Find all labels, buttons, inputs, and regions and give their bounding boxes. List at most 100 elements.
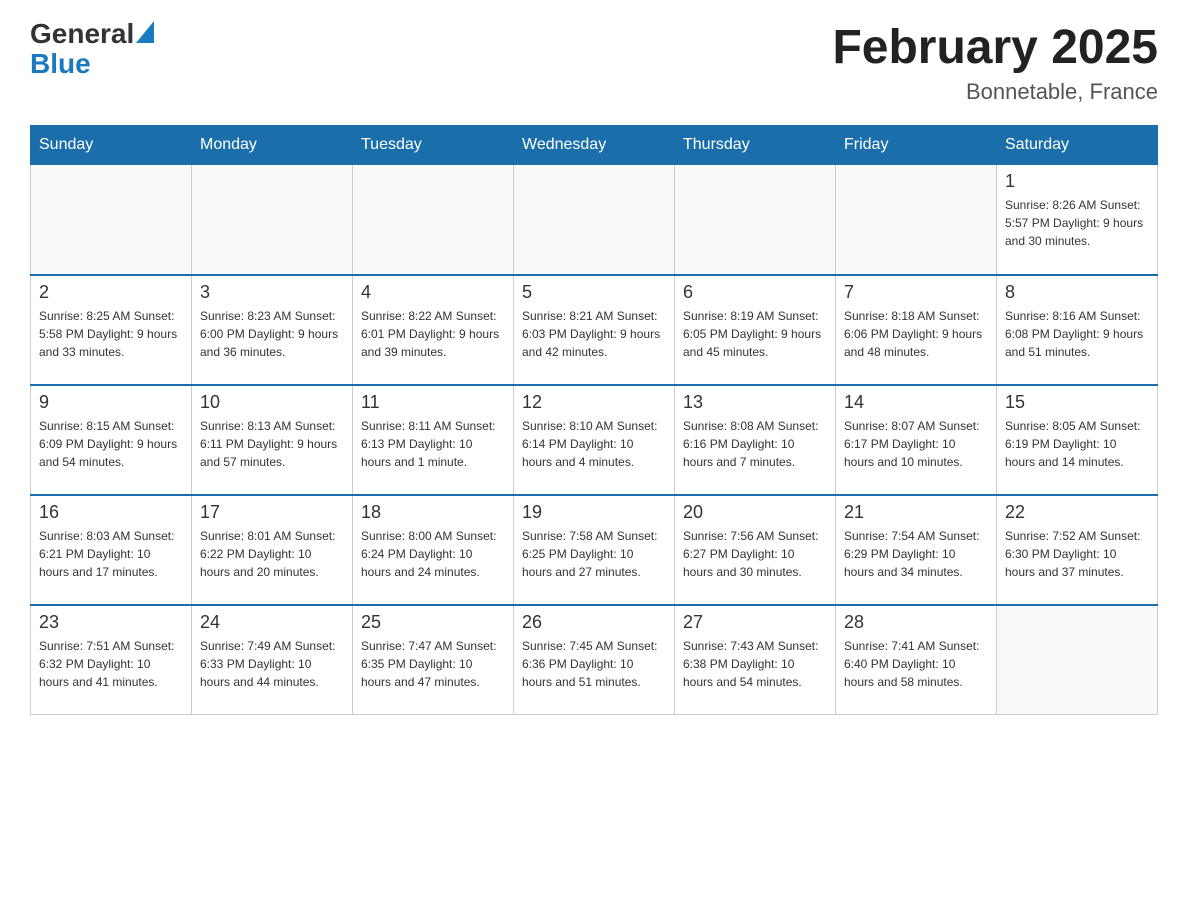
calendar-row-2: 9 Sunrise: 8:15 AM Sunset: 6:09 PM Daylig… xyxy=(31,385,1158,495)
calendar-cell: 16 Sunrise: 8:03 AM Sunset: 6:21 PM Dayli… xyxy=(31,495,192,605)
calendar-table: Sunday Monday Tuesday Wednesday Thursday… xyxy=(30,125,1158,715)
day-number: 19 xyxy=(522,502,666,523)
day-number: 10 xyxy=(200,392,344,413)
day-info: Sunrise: 8:19 AM Sunset: 6:05 PM Dayligh… xyxy=(683,307,827,361)
day-number: 16 xyxy=(39,502,183,523)
day-number: 4 xyxy=(361,282,505,303)
day-number: 11 xyxy=(361,392,505,413)
calendar-cell: 13 Sunrise: 8:08 AM Sunset: 6:16 PM Dayli… xyxy=(675,385,836,495)
day-info: Sunrise: 8:11 AM Sunset: 6:13 PM Dayligh… xyxy=(361,417,505,471)
calendar-cell: 28 Sunrise: 7:41 AM Sunset: 6:40 PM Dayli… xyxy=(836,605,997,715)
calendar-cell: 24 Sunrise: 7:49 AM Sunset: 6:33 PM Dayli… xyxy=(192,605,353,715)
day-info: Sunrise: 7:49 AM Sunset: 6:33 PM Dayligh… xyxy=(200,637,344,691)
calendar-cell: 9 Sunrise: 8:15 AM Sunset: 6:09 PM Daylig… xyxy=(31,385,192,495)
calendar-cell: 26 Sunrise: 7:45 AM Sunset: 6:36 PM Dayli… xyxy=(514,605,675,715)
calendar-cell: 25Sunrise: 7:47 AM Sunset: 6:35 PM Dayli… xyxy=(353,605,514,715)
day-info: Sunrise: 7:45 AM Sunset: 6:36 PM Dayligh… xyxy=(522,637,666,691)
header-sunday: Sunday xyxy=(31,126,192,165)
day-info: Sunrise: 8:16 AM Sunset: 6:08 PM Dayligh… xyxy=(1005,307,1149,361)
calendar-subtitle: Bonnetable, France xyxy=(832,79,1158,105)
day-number: 14 xyxy=(844,392,988,413)
day-info: Sunrise: 8:15 AM Sunset: 6:09 PM Dayligh… xyxy=(39,417,183,471)
calendar-cell xyxy=(675,165,836,275)
calendar-cell: 23 Sunrise: 7:51 AM Sunset: 6:32 PM Dayli… xyxy=(31,605,192,715)
day-info: Sunrise: 8:21 AM Sunset: 6:03 PM Dayligh… xyxy=(522,307,666,361)
calendar-cell: 27Sunrise: 7:43 AM Sunset: 6:38 PM Dayli… xyxy=(675,605,836,715)
calendar-cell: 8 Sunrise: 8:16 AM Sunset: 6:08 PM Daylig… xyxy=(997,275,1158,385)
day-info: Sunrise: 8:07 AM Sunset: 6:17 PM Dayligh… xyxy=(844,417,988,471)
day-info: Sunrise: 7:41 AM Sunset: 6:40 PM Dayligh… xyxy=(844,637,988,691)
calendar-cell: 2 Sunrise: 8:25 AM Sunset: 5:58 PM Daylig… xyxy=(31,275,192,385)
calendar-cell: 3 Sunrise: 8:23 AM Sunset: 6:00 PM Daylig… xyxy=(192,275,353,385)
day-number: 20 xyxy=(683,502,827,523)
calendar-row-0: 1Sunrise: 8:26 AM Sunset: 5:57 PM Daylig… xyxy=(31,165,1158,275)
calendar-cell: 15Sunrise: 8:05 AM Sunset: 6:19 PM Dayli… xyxy=(997,385,1158,495)
day-info: Sunrise: 8:03 AM Sunset: 6:21 PM Dayligh… xyxy=(39,527,183,581)
calendar-cell xyxy=(836,165,997,275)
day-number: 22 xyxy=(1005,502,1149,523)
day-info: Sunrise: 7:56 AM Sunset: 6:27 PM Dayligh… xyxy=(683,527,827,581)
day-number: 24 xyxy=(200,612,344,633)
day-info: Sunrise: 8:26 AM Sunset: 5:57 PM Dayligh… xyxy=(1005,196,1149,250)
calendar-title: February 2025 xyxy=(832,20,1158,75)
calendar-cell: 12 Sunrise: 8:10 AM Sunset: 6:14 PM Dayli… xyxy=(514,385,675,495)
header-monday: Monday xyxy=(192,126,353,165)
day-info: Sunrise: 7:58 AM Sunset: 6:25 PM Dayligh… xyxy=(522,527,666,581)
day-info: Sunrise: 8:08 AM Sunset: 6:16 PM Dayligh… xyxy=(683,417,827,471)
title-section: February 2025 Bonnetable, France xyxy=(832,20,1158,105)
day-number: 6 xyxy=(683,282,827,303)
calendar-cell: 20 Sunrise: 7:56 AM Sunset: 6:27 PM Dayli… xyxy=(675,495,836,605)
day-info: Sunrise: 7:47 AM Sunset: 6:35 PM Dayligh… xyxy=(361,637,505,691)
header-thursday: Thursday xyxy=(675,126,836,165)
day-number: 28 xyxy=(844,612,988,633)
calendar-cell: 14 Sunrise: 8:07 AM Sunset: 6:17 PM Dayli… xyxy=(836,385,997,495)
day-number: 5 xyxy=(522,282,666,303)
day-info: Sunrise: 8:01 AM Sunset: 6:22 PM Dayligh… xyxy=(200,527,344,581)
header-tuesday: Tuesday xyxy=(353,126,514,165)
day-number: 9 xyxy=(39,392,183,413)
calendar-header-row: Sunday Monday Tuesday Wednesday Thursday… xyxy=(31,126,1158,165)
calendar-cell: 1Sunrise: 8:26 AM Sunset: 5:57 PM Daylig… xyxy=(997,165,1158,275)
logo-blue: Blue xyxy=(30,48,154,80)
calendar-row-1: 2 Sunrise: 8:25 AM Sunset: 5:58 PM Daylig… xyxy=(31,275,1158,385)
day-number: 27 xyxy=(683,612,827,633)
day-number: 17 xyxy=(200,502,344,523)
calendar-cell xyxy=(31,165,192,275)
calendar-cell xyxy=(514,165,675,275)
calendar-cell: 6 Sunrise: 8:19 AM Sunset: 6:05 PM Daylig… xyxy=(675,275,836,385)
calendar-cell: 18Sunrise: 8:00 AM Sunset: 6:24 PM Dayli… xyxy=(353,495,514,605)
calendar-cell xyxy=(997,605,1158,715)
day-number: 7 xyxy=(844,282,988,303)
day-number: 3 xyxy=(200,282,344,303)
day-number: 21 xyxy=(844,502,988,523)
day-number: 15 xyxy=(1005,392,1149,413)
calendar-cell: 22Sunrise: 7:52 AM Sunset: 6:30 PM Dayli… xyxy=(997,495,1158,605)
day-number: 2 xyxy=(39,282,183,303)
day-info: Sunrise: 8:13 AM Sunset: 6:11 PM Dayligh… xyxy=(200,417,344,471)
logo: General Blue xyxy=(30,20,154,80)
calendar-row-3: 16 Sunrise: 8:03 AM Sunset: 6:21 PM Dayli… xyxy=(31,495,1158,605)
day-number: 23 xyxy=(39,612,183,633)
page-header: General Blue February 2025 Bonnetable, F… xyxy=(30,20,1158,105)
calendar-cell: 10 Sunrise: 8:13 AM Sunset: 6:11 PM Dayli… xyxy=(192,385,353,495)
calendar-row-4: 23 Sunrise: 7:51 AM Sunset: 6:32 PM Dayli… xyxy=(31,605,1158,715)
calendar-cell: 4 Sunrise: 8:22 AM Sunset: 6:01 PM Daylig… xyxy=(353,275,514,385)
day-info: Sunrise: 8:22 AM Sunset: 6:01 PM Dayligh… xyxy=(361,307,505,361)
day-number: 13 xyxy=(683,392,827,413)
header-saturday: Saturday xyxy=(997,126,1158,165)
day-info: Sunrise: 7:51 AM Sunset: 6:32 PM Dayligh… xyxy=(39,637,183,691)
logo-general: General xyxy=(30,20,134,48)
logo-arrow-icon xyxy=(136,21,154,43)
header-wednesday: Wednesday xyxy=(514,126,675,165)
calendar-cell xyxy=(192,165,353,275)
day-info: Sunrise: 8:23 AM Sunset: 6:00 PM Dayligh… xyxy=(200,307,344,361)
day-number: 26 xyxy=(522,612,666,633)
day-info: Sunrise: 8:10 AM Sunset: 6:14 PM Dayligh… xyxy=(522,417,666,471)
day-number: 8 xyxy=(1005,282,1149,303)
calendar-cell: 17 Sunrise: 8:01 AM Sunset: 6:22 PM Dayli… xyxy=(192,495,353,605)
day-number: 12 xyxy=(522,392,666,413)
day-info: Sunrise: 8:00 AM Sunset: 6:24 PM Dayligh… xyxy=(361,527,505,581)
calendar-cell xyxy=(353,165,514,275)
day-info: Sunrise: 7:54 AM Sunset: 6:29 PM Dayligh… xyxy=(844,527,988,581)
day-info: Sunrise: 8:25 AM Sunset: 5:58 PM Dayligh… xyxy=(39,307,183,361)
